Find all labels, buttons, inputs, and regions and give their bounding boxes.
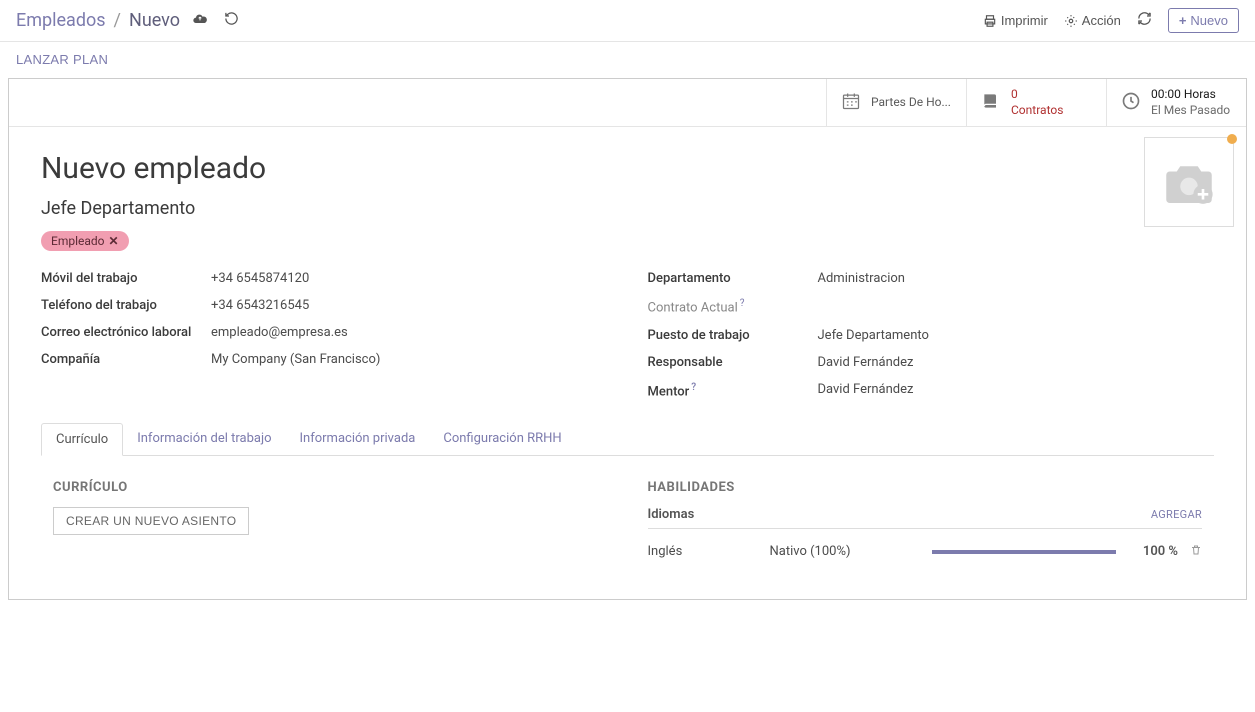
work-email-value[interactable]: empleado@empresa.es [211, 325, 348, 340]
stat-hours-secondary: El Mes Pasado [1151, 103, 1230, 119]
book-icon [981, 91, 1001, 115]
breadcrumb-separator: / [114, 10, 121, 31]
skills-section-title: HABILIDADES [648, 480, 1203, 495]
stat-contracts-label: Contratos [1011, 103, 1063, 119]
status-dot [1227, 134, 1237, 144]
current-contract-label: Contrato Actual? [648, 298, 818, 315]
work-mobile-label: Móvil del trabajo [41, 271, 211, 286]
help-icon[interactable]: ? [740, 298, 745, 309]
skill-group-label: Idiomas [648, 507, 695, 522]
job-position-label: Puesto de trabajo [648, 328, 818, 343]
mentor-label: Mentor? [648, 382, 818, 399]
employee-name[interactable]: Nuevo empleado [41, 151, 1214, 186]
manager-label: Responsable [648, 355, 818, 370]
print-label: Imprimir [1001, 13, 1048, 28]
work-mobile-value[interactable]: +34 6545874120 [211, 271, 309, 286]
curriculo-section-title: CURRÍCULO [53, 480, 608, 495]
stat-contracts-count: 0 [1011, 87, 1063, 103]
tag-remove-icon[interactable]: ✕ [109, 234, 119, 248]
stat-hours[interactable]: 00:00 Horas El Mes Pasado [1106, 79, 1246, 126]
stat-hours-primary: 00:00 Horas [1151, 87, 1230, 103]
skill-add-button[interactable]: AGREGAR [1151, 508, 1202, 521]
stat-contracts[interactable]: 0 Contratos [966, 79, 1106, 126]
tab-info-privada[interactable]: Información privada [286, 423, 430, 455]
calendar-icon [841, 91, 861, 115]
mentor-value[interactable]: David Fernández [818, 382, 914, 399]
work-phone-label: Teléfono del trabajo [41, 298, 211, 313]
tab-config-rrhh[interactable]: Configuración RRHH [429, 423, 575, 455]
tab-curriculo[interactable]: Currículo [41, 423, 123, 456]
job-position-value[interactable]: Jefe Departamento [818, 328, 929, 343]
company-label: Compañía [41, 352, 211, 367]
tab-info-trabajo[interactable]: Información del trabajo [123, 423, 285, 455]
skill-name[interactable]: Inglés [648, 544, 758, 559]
tag-label: Empleado [51, 234, 105, 248]
skill-percent: 100 % [1128, 544, 1178, 559]
work-email-label: Correo electrónico laboral [41, 325, 211, 340]
delete-skill-icon[interactable] [1190, 543, 1202, 561]
skill-progress-fill [932, 550, 1117, 554]
skill-level[interactable]: Nativo (100%) [770, 544, 920, 559]
new-button[interactable]: + Nuevo [1168, 8, 1239, 33]
camera-plus-icon [1161, 157, 1217, 207]
discard-icon[interactable] [220, 9, 243, 32]
clock-icon [1121, 91, 1141, 115]
employee-job-title[interactable]: Jefe Departamento [41, 198, 1214, 219]
print-button[interactable]: Imprimir [983, 13, 1048, 28]
lanzar-plan-button[interactable]: LANZAR PLAN [16, 52, 108, 67]
refresh-icon[interactable] [1137, 11, 1152, 30]
manager-value[interactable]: David Fernández [818, 355, 914, 370]
stat-timesheets[interactable]: Partes De Ho... [826, 79, 966, 126]
department-value[interactable]: Administracion [818, 271, 905, 286]
employee-tag[interactable]: Empleado ✕ [41, 231, 129, 251]
help-icon[interactable]: ? [691, 382, 696, 393]
skill-progress [932, 550, 1117, 554]
work-phone-value[interactable]: +34 6543216545 [211, 298, 309, 313]
action-button[interactable]: Acción [1064, 13, 1121, 28]
breadcrumb-parent[interactable]: Empleados [16, 10, 106, 31]
company-value[interactable]: My Company (San Francisco) [211, 352, 380, 367]
avatar-upload[interactable] [1144, 137, 1234, 227]
breadcrumb: Empleados / Nuevo [16, 9, 243, 33]
skill-row: Inglés Nativo (100%) 100 % [648, 537, 1203, 567]
action-label: Acción [1082, 13, 1121, 28]
department-label: Departamento [648, 271, 818, 286]
stat-timesheets-label: Partes De Ho... [871, 95, 951, 111]
create-entry-button[interactable]: CREAR UN NUEVO ASIENTO [53, 507, 249, 535]
new-label: Nuevo [1190, 13, 1228, 28]
cloud-save-icon[interactable] [188, 9, 212, 33]
breadcrumb-current: Nuevo [129, 10, 180, 31]
